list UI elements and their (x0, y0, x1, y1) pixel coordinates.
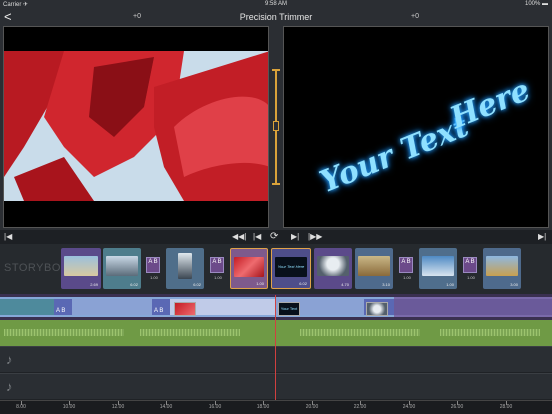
transition-duration: 1.00 (403, 275, 411, 280)
music-track-2[interactable]: ♪ (0, 373, 552, 399)
ruler-label: 22.00 (353, 404, 367, 410)
storyboard-clip[interactable]: 3.10 (355, 248, 393, 289)
storyboard-clip[interactable]: 4.70 (314, 248, 352, 289)
video-segment[interactable]: Your Text Here (276, 297, 364, 317)
storyboard-clip-selected[interactable]: Your Text Here 6.02 (271, 248, 311, 289)
clip-duration: 6.02 (193, 282, 201, 287)
storyboard-clip[interactable]: 6.02 (166, 248, 204, 289)
ruler-label: 16.00 (208, 404, 222, 410)
storyboard: STORYBOARD 2.69 6.02 A B 1.00 6.02 A B 1… (0, 244, 552, 294)
transition-duration: 1.00 (467, 275, 475, 280)
transition-segment[interactable]: A B (54, 297, 72, 317)
transition-label: A B (212, 259, 222, 265)
video-segment-selected[interactable] (170, 297, 276, 317)
transition-segment[interactable]: A B (152, 297, 170, 317)
video-segment[interactable] (394, 297, 552, 317)
ruler-label: 20.00 (305, 404, 319, 410)
next-frame-button[interactable]: |▶▶ (308, 232, 322, 242)
clip-duration: 6.02 (299, 281, 307, 286)
clip-duration: 4.70 (341, 282, 349, 287)
nav-bar: < +0 Precision Trimmer +0 (0, 9, 552, 26)
trim-handle[interactable] (272, 69, 280, 185)
video-track[interactable]: A B A B Your Text Here (0, 294, 552, 320)
playhead[interactable] (275, 295, 276, 400)
clip-duration: 2.69 (90, 282, 98, 287)
storyboard-clip[interactable]: 6.02 (103, 248, 141, 289)
storyboard-clip[interactable]: 3.00 (483, 248, 521, 289)
status-bar: Carrier ✈ 9:58 AM 100% ▬ (0, 0, 552, 9)
storyboard-clip-selected[interactable]: 1.00 (230, 248, 268, 289)
right-trim-offset: +0 (411, 13, 419, 20)
ruler-label: 28.00 (499, 404, 513, 410)
clip-duration: 1.00 (446, 282, 454, 287)
clip-duration: 6.02 (130, 282, 138, 287)
video-segment[interactable] (364, 297, 394, 317)
transition-duration: 1.00 (150, 275, 158, 280)
transition-label: A B (56, 308, 66, 314)
go-to-start-button[interactable]: |◀ (4, 232, 12, 242)
clip-duration: 3.00 (510, 282, 518, 287)
ruler-label: 18.00 (256, 404, 270, 410)
transition-label: A B (154, 308, 164, 314)
music-note-icon: ♪ (6, 379, 13, 394)
transition-label: A B (148, 259, 158, 265)
viewer-area: Your Text Here (0, 26, 552, 230)
storyboard-clip[interactable]: 2.69 (61, 248, 101, 289)
previous-frame-button[interactable]: ◀◀| (232, 232, 246, 242)
music-note-icon: ♪ (6, 352, 13, 367)
loop-button[interactable]: ⟳ (270, 232, 278, 242)
go-to-end-button[interactable]: ▶| (538, 232, 546, 242)
step-forward-button[interactable]: ▶| (291, 232, 299, 242)
right-clip-viewer[interactable]: Your Text Here (283, 26, 549, 228)
trim-knob[interactable] (273, 121, 279, 131)
ruler-label: 26.00 (450, 404, 464, 410)
clip-duration: 3.10 (382, 282, 390, 287)
audio-track[interactable] (0, 320, 552, 346)
clip-duration: 1.00 (256, 281, 264, 286)
transport-bar: |◀ ◀◀| |◀ ⟳ ▶| |▶▶ ▶| (0, 230, 552, 244)
transition-label: A B (465, 259, 475, 265)
battery-indicator: 100% ▬ (524, 1, 548, 7)
neon-text-line1: Your Text (315, 108, 474, 201)
step-back-button[interactable]: |◀ (253, 232, 261, 242)
ruler-label: 10.00 (62, 404, 76, 410)
left-clip-viewer[interactable] (3, 26, 269, 228)
ruler-label: 8.00 (16, 404, 26, 410)
page-title: Precision Trimmer (239, 12, 313, 22)
video-segment[interactable] (0, 297, 54, 317)
video-segment[interactable] (72, 297, 152, 317)
clock: 9:58 AM (264, 1, 287, 7)
ruler-label: 12.00 (111, 404, 125, 410)
transition-item[interactable]: A B 1.00 (210, 257, 224, 280)
transition-item[interactable]: A B 1.00 (146, 257, 160, 280)
time-ruler[interactable]: 8.00 10.00 12.00 14.00 16.00 18.00 20.00… (0, 400, 552, 414)
storyboard-clip[interactable]: 1.00 (419, 248, 457, 289)
transition-item[interactable]: A B 1.00 (463, 257, 477, 280)
transition-duration: 1.00 (214, 275, 222, 280)
transition-label: A B (401, 259, 411, 265)
transition-item[interactable]: A B 1.00 (399, 257, 413, 280)
mini-text-preview: Your Text Here (275, 257, 307, 277)
text-clip-thumb: Your Text Here (278, 302, 300, 316)
sculpture-image (4, 27, 268, 227)
music-track-1[interactable]: ♪ (0, 346, 552, 372)
ruler-label: 24.00 (402, 404, 416, 410)
neon-text-line2: Here (445, 72, 535, 137)
ruler-label: 14.00 (159, 404, 173, 410)
